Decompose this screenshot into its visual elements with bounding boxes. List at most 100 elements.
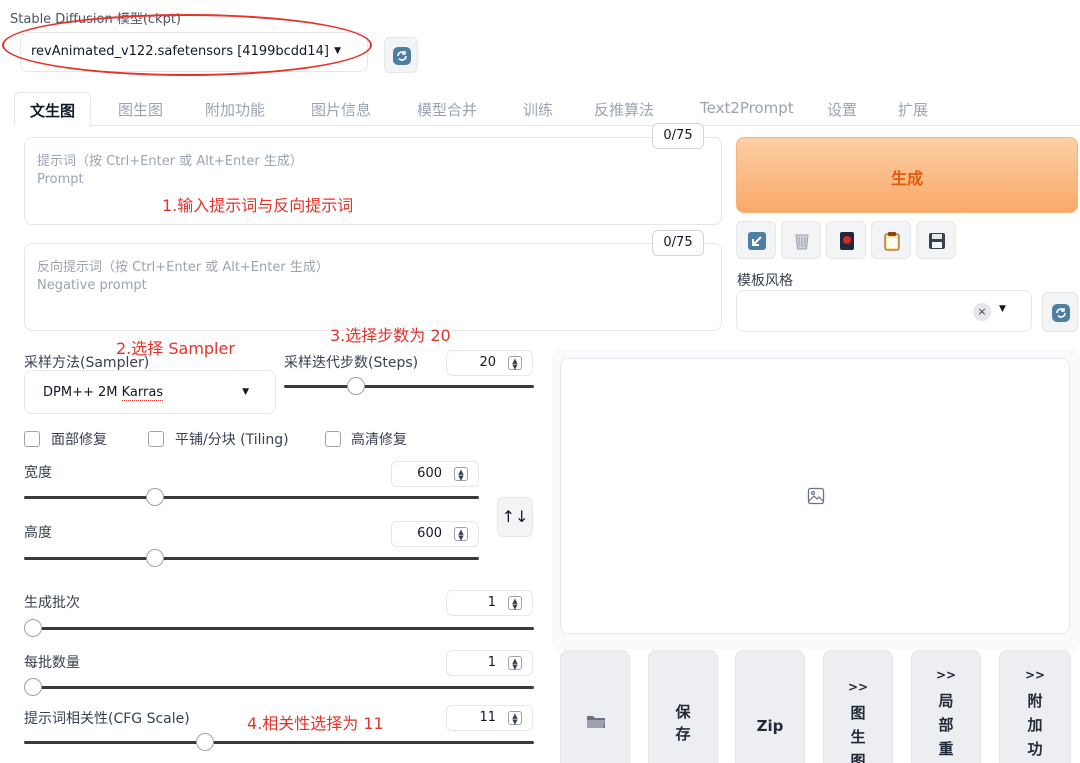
read-params-button[interactable] xyxy=(736,221,776,259)
cfg-scale-value: 11 xyxy=(479,710,496,725)
annotation-step-1: 1.输入提示词与反向提示词 xyxy=(162,196,354,215)
sampler-value-suffix: Karras xyxy=(121,385,164,401)
send-to-inpaint-arrows: >> xyxy=(935,668,957,682)
spinner-icon[interactable]: ▲ ▼ xyxy=(508,711,522,726)
batch-size-slider-handle[interactable] xyxy=(24,678,42,696)
sampler-label: 采样方法(Sampler) xyxy=(24,355,150,371)
tab-text2prompt[interactable]: Text2Prompt xyxy=(700,92,794,126)
batch-size-value: 1 xyxy=(487,655,496,670)
tab-extras[interactable]: 附加功能 xyxy=(205,92,265,126)
tab-bar: 文生图 图生图 附加功能 图片信息 模型合并 训练 反推算法 Text2Prom… xyxy=(14,92,1080,126)
output-gallery xyxy=(560,358,1070,634)
hires-fix-label: 高清修复 xyxy=(351,432,407,448)
hires-fix-checkbox[interactable] xyxy=(325,431,341,447)
batch-count-slider-handle[interactable] xyxy=(24,619,42,637)
spinner-icon[interactable]: ▲ ▼ xyxy=(508,596,522,611)
send-to-inpaint-char-2: 部 xyxy=(938,716,954,734)
save-style-button[interactable] xyxy=(916,221,956,259)
annotation-ellipse xyxy=(2,14,372,76)
sampler-value-prefix: DPM++ 2M xyxy=(43,385,122,400)
width-slider-track xyxy=(24,496,479,499)
restore-faces-checkbox[interactable] xyxy=(24,431,40,447)
batch-count-value: 1 xyxy=(487,595,496,610)
chevron-down-icon: ▼ xyxy=(242,387,249,397)
clear-icon[interactable]: × xyxy=(973,303,991,321)
show-extra-networks-button[interactable] xyxy=(826,221,866,259)
swap-dimensions-button[interactable]: ↑↓ xyxy=(497,497,533,537)
prompt-input[interactable]: 提示词（按 Ctrl+Enter 或 Alt+Enter 生成） Prompt xyxy=(24,137,722,225)
steps-label: 采样迭代步数(Steps) xyxy=(284,355,419,371)
save-button-char-1: 保 xyxy=(675,703,691,721)
negative-prompt-input[interactable]: 反向提示词（按 Ctrl+Enter 或 Alt+Enter 生成） Negat… xyxy=(24,243,722,331)
spinner-icon[interactable]: ▲ ▼ xyxy=(454,467,468,482)
height-label: 高度 xyxy=(24,525,52,541)
sampler-select-value: DPM++ 2M Karras xyxy=(43,385,164,401)
tab-checkpoint-merger[interactable]: 模型合并 xyxy=(417,92,477,126)
send-to-img2img-char-2: 生 xyxy=(850,728,866,746)
send-to-img2img-button[interactable]: >> 图 生 图 xyxy=(823,650,893,763)
prompt-placeholder: 提示词（按 Ctrl+Enter 或 Alt+Enter 生成） xyxy=(37,154,303,169)
send-to-inpaint-char-3: 重 xyxy=(938,740,954,758)
steps-number-input[interactable]: 20 ▲ ▼ xyxy=(446,350,533,376)
refresh-styles-button[interactable] xyxy=(1042,292,1078,332)
cfg-scale-slider-track xyxy=(24,741,534,744)
height-number-input[interactable]: 600 ▲ ▼ xyxy=(391,521,479,547)
style-select[interactable]: × ▼ xyxy=(736,290,1032,332)
batch-count-label: 生成批次 xyxy=(24,595,80,611)
steps-slider-handle[interactable] xyxy=(346,377,365,395)
height-slider-handle[interactable] xyxy=(146,549,165,567)
tab-extensions[interactable]: 扩展 xyxy=(898,92,928,126)
batch-size-slider-track xyxy=(24,686,534,689)
spinner-icon[interactable]: ▲ ▼ xyxy=(508,656,522,671)
tab-png-info[interactable]: 图片信息 xyxy=(311,92,371,126)
tab-img2img[interactable]: 图生图 xyxy=(118,92,163,126)
zip-button[interactable]: Zip xyxy=(735,650,805,763)
spinner-icon[interactable]: ▲ ▼ xyxy=(508,356,522,371)
send-to-inpaint-char-1: 局 xyxy=(938,692,954,710)
width-number-input[interactable]: 600 ▲ ▼ xyxy=(391,461,479,487)
style-label: 模板风格 xyxy=(737,273,793,289)
tab-interrogate[interactable]: 反推算法 xyxy=(594,92,654,126)
folder-icon xyxy=(587,716,605,728)
cfg-scale-slider-handle[interactable] xyxy=(196,733,215,751)
width-label: 宽度 xyxy=(24,465,52,481)
clipboard-icon xyxy=(884,232,900,251)
annotation-step-4: 4.相关性选择为 11 xyxy=(247,714,384,733)
apply-style-button[interactable] xyxy=(871,221,911,259)
generate-button-label: 生成 xyxy=(890,169,923,188)
width-value: 600 xyxy=(417,466,442,481)
negative-prompt-placeholder: 反向提示词（按 Ctrl+Enter 或 Alt+Enter 生成） xyxy=(37,260,329,275)
spinner-icon[interactable]: ▲ ▼ xyxy=(454,527,468,542)
floppy-disk-icon xyxy=(929,233,945,249)
trash-icon xyxy=(795,234,809,250)
tab-txt2img[interactable]: 文生图 xyxy=(14,92,92,126)
steps-slider-track xyxy=(284,385,534,388)
image-placeholder-icon xyxy=(807,487,825,505)
card-icon xyxy=(840,232,854,250)
clear-prompt-button[interactable] xyxy=(781,221,821,259)
batch-count-number-input[interactable]: 1 ▲ ▼ xyxy=(446,590,533,616)
height-value: 600 xyxy=(417,526,442,541)
batch-size-number-input[interactable]: 1 ▲ ▼ xyxy=(446,650,533,676)
steps-value: 20 xyxy=(479,355,496,370)
tab-settings[interactable]: 设置 xyxy=(827,92,857,126)
send-to-extras-button[interactable]: >> 附 加 功 xyxy=(999,650,1071,763)
refresh-model-button[interactable] xyxy=(384,37,418,73)
sampler-select[interactable]: DPM++ 2M Karras ▼ xyxy=(24,370,276,414)
tiling-label: 平铺/分块 (Tiling) xyxy=(175,432,289,448)
cfg-scale-label: 提示词相关性(CFG Scale) xyxy=(24,711,190,727)
send-to-img2img-char-1: 图 xyxy=(850,704,866,722)
save-button[interactable]: 保 存 xyxy=(648,650,718,763)
generate-button[interactable]: 生成 xyxy=(736,137,1078,213)
tiling-checkbox[interactable] xyxy=(148,431,164,447)
negative-prompt-token-counter: 0/75 xyxy=(652,230,704,256)
send-to-img2img-arrows: >> xyxy=(847,680,869,694)
prompt-token-counter: 0/75 xyxy=(652,123,704,149)
width-slider-handle[interactable] xyxy=(146,488,165,506)
send-to-inpaint-button[interactable]: >> 局 部 重 xyxy=(911,650,981,763)
tab-train[interactable]: 训练 xyxy=(523,92,553,126)
negative-prompt-placeholder-en: Negative prompt xyxy=(37,278,147,293)
annotation-step-3: 3.选择步数为 20 xyxy=(330,326,451,345)
open-folder-button[interactable] xyxy=(560,650,630,763)
cfg-scale-number-input[interactable]: 11 ▲ ▼ xyxy=(446,705,533,731)
